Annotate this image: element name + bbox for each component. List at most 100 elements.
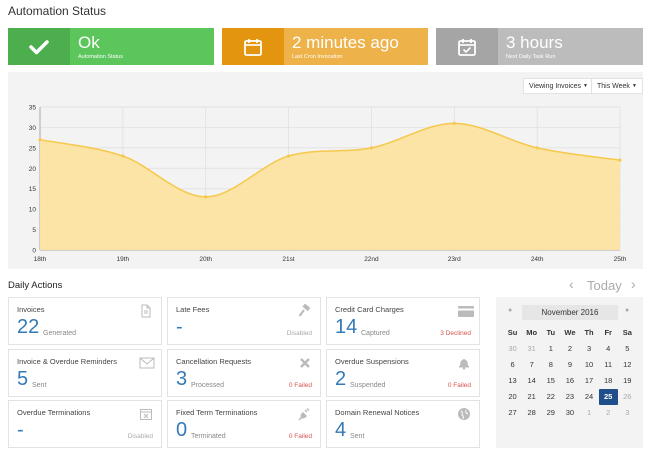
card-value: 2 [335,368,347,390]
file-icon [139,304,153,318]
daily-action-card[interactable]: Cancellation Requests 3 Processed 0 Failed [167,349,321,397]
calendar-day[interactable]: 25 [598,389,618,405]
calendar-next-icon[interactable]: ● [625,307,629,314]
caret-down-icon: ▼ [583,83,588,89]
daily-action-card[interactable]: Invoices 22 Generated [8,297,162,345]
chart-point[interactable] [204,195,208,199]
calendar-day[interactable]: 12 [618,357,637,373]
card-sublabel: Captured [361,330,390,337]
globe-icon [457,407,471,421]
chart-ytick-label: 25 [29,145,37,152]
calendar-day[interactable]: 27 [503,405,522,421]
range-dropdown[interactable]: This Week ▼ [591,78,643,94]
chart-point[interactable] [452,121,456,125]
calendar-day[interactable]: 9 [560,357,579,373]
calendar-day[interactable]: 7 [522,357,541,373]
calendar-day[interactable]: 30 [503,341,522,357]
daily-action-card[interactable]: Domain Renewal Notices 4 Sent [326,400,480,448]
x-icon [298,356,312,370]
invoices-chart: 0 5 10 15 20 25 30 35 18th 19th 20th 21st 22nd 23rd 24… [29,105,627,264]
card-value: 22 [17,316,40,338]
card-value: - [17,419,24,441]
calendar-day[interactable]: 3 [618,405,637,421]
chart-point[interactable] [535,146,539,150]
card-badge: 0 Failed [288,433,312,440]
calendar-day[interactable]: 17 [580,373,599,389]
chart-ytick-label: 15 [29,186,37,193]
calendar-dow: Th [584,328,594,337]
calendar-day[interactable]: 1 [541,341,560,357]
card-label: Credit Card Charges [335,305,404,314]
calendar: ● November 2016 ● Su Mo Tu We Th Fr Sa 30 31 1 2 3 4… [496,297,643,448]
calendar-day[interactable]: 11 [599,357,618,373]
chart-point[interactable] [121,154,125,158]
calendar-day[interactable]: 24 [580,389,599,405]
viewing-dropdown[interactable]: Viewing Invoices ▼ [523,78,594,94]
calendar-dow: Fr [604,328,612,337]
next-icon[interactable]: › [631,276,636,292]
calendar-day[interactable]: 15 [541,373,560,389]
calendar-day[interactable]: 4 [599,341,618,357]
calendar-day[interactable]: 18 [599,373,618,389]
calendar-prev-icon[interactable]: ● [508,307,512,314]
chart-ytick-label: 10 [29,207,37,214]
chart-point[interactable] [286,154,291,158]
calendar-day[interactable]: 1 [580,405,599,421]
chart-xtick-label: 25th [614,256,627,263]
card-sublabel: Suspended [350,382,386,389]
calendar-day[interactable]: 29 [541,405,560,421]
calendar-day[interactable]: 20 [503,389,522,405]
last-cron-tile: 2 minutes ago Last Cron Invocation [222,28,428,65]
chart-ytick-label: 35 [29,105,37,112]
calendar-day[interactable]: 2 [560,341,579,357]
tile-value: Ok [78,32,100,52]
calendar-day[interactable]: 26 [618,389,637,405]
calendar-day[interactable]: 23 [560,389,579,405]
daily-action-card[interactable]: Late Fees - Disabled [167,297,321,345]
calendar-day[interactable]: 5 [618,341,637,357]
calendar-day[interactable]: 19 [618,373,637,389]
calendar-day[interactable]: 16 [560,373,579,389]
card-sublabel: Generated [43,330,77,337]
calendar-month[interactable]: November 2016 [522,305,618,320]
calendar-check-icon [436,28,498,65]
calendar-day[interactable]: 14 [522,373,541,389]
prev-icon[interactable]: ‹ [569,276,574,292]
calendar-day[interactable]: 8 [541,357,560,373]
card-badge: 0 Failed [447,382,471,389]
chart-ytick-label: 0 [32,248,36,255]
daily-action-card[interactable]: Fixed Term Terminations 0 Terminated 0 Fail… [167,400,321,448]
card-label: Fixed Term Terminations [176,408,258,417]
calendar-day[interactable]: 13 [503,373,522,389]
calendar-dow: Mo [526,328,538,337]
caret-down-icon: ▼ [631,83,637,89]
calendar-day[interactable]: 3 [580,341,599,357]
gavel-icon [298,303,312,318]
chart-point[interactable] [618,158,622,162]
card-badge: Disabled [127,433,153,440]
daily-action-card[interactable]: Overdue Terminations - Disabled [8,400,162,448]
daily-action-card[interactable]: Credit Card Charges 14 Captured 3 Declined [326,297,480,345]
calendar-day[interactable]: 30 [560,405,579,421]
card-value: 0 [176,419,188,441]
chart-point[interactable] [38,138,42,142]
calendar-day[interactable]: 31 [522,341,541,357]
calendar-day[interactable]: 21 [522,389,541,405]
calendar-day[interactable]: 10 [580,357,599,373]
card-sublabel: Sent [350,433,365,440]
chart-xtick-label: 19th [117,256,130,263]
calendar-day[interactable]: 6 [503,357,522,373]
daily-action-card[interactable]: Invoice & Overdue Reminders 5 Sent [8,349,162,397]
calendar-day[interactable]: 2 [599,405,618,421]
bell-icon [457,356,471,370]
calendar-dow: Tu [546,328,556,337]
chart-point[interactable] [369,146,374,150]
calendar-dow: We [564,328,576,337]
today-button[interactable]: Today [587,278,622,293]
calendar-x-icon [139,407,153,421]
calendar-day[interactable]: 22 [541,389,560,405]
chart-xtick-label: 18th [34,256,47,263]
card-badge: 3 Declined [440,330,471,337]
calendar-day[interactable]: 28 [522,405,541,421]
daily-action-card[interactable]: Overdue Suspensions 2 Suspended 0 Failed [326,349,480,397]
